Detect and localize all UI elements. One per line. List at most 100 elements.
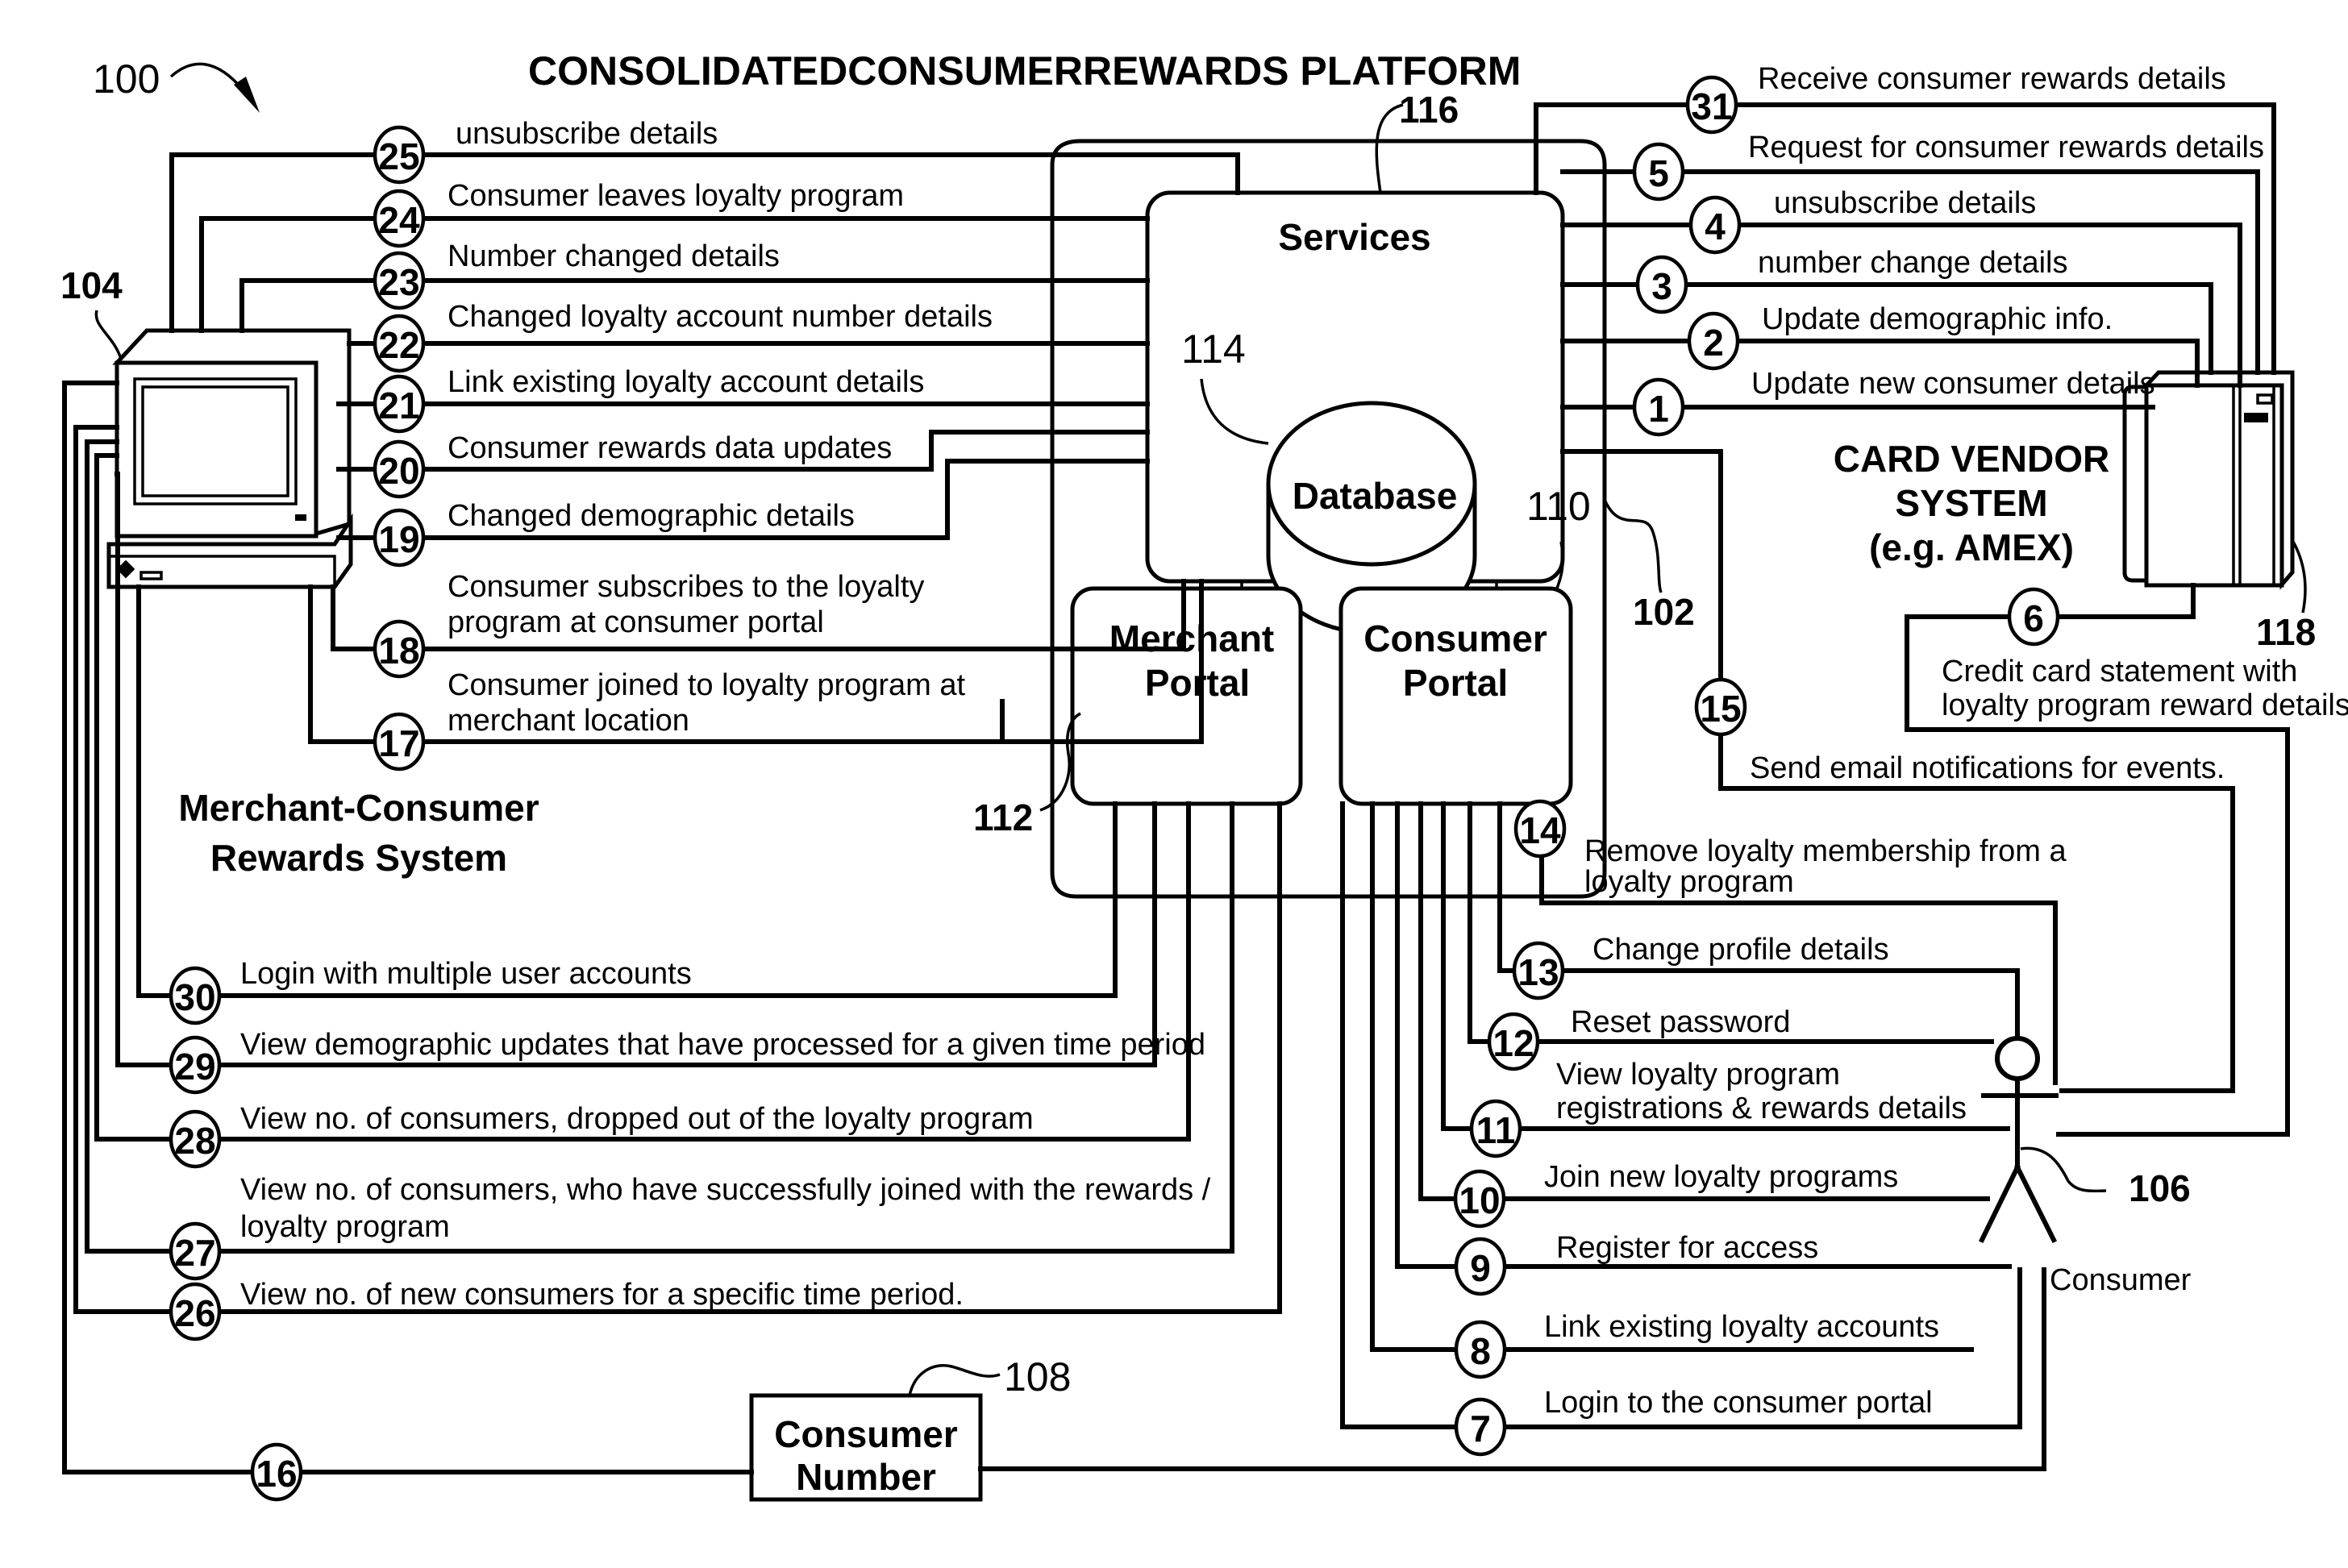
flow-9: 9 Register for access — [1454, 1231, 1818, 1296]
flow-label: unsubscribe details — [456, 117, 718, 151]
flow-label: program at consumer portal — [448, 605, 824, 639]
flow-16: 16 — [250, 1442, 303, 1502]
figure-ref-leader — [169, 62, 244, 90]
flow-number: 10 — [1459, 1179, 1500, 1221]
merchant-computer-icon[interactable] — [106, 328, 353, 589]
flow-number: 1 — [1648, 388, 1669, 430]
flow-number: 30 — [174, 976, 215, 1018]
flow-number: 17 — [378, 722, 419, 764]
flow-21: 21 Link existing loyalty account details — [373, 365, 924, 434]
merchant-system-label-2: Rewards System — [210, 837, 507, 879]
flow-31: 31 Receive consumer rewards details — [1685, 62, 2226, 135]
flow-label: registrations & rewards details — [1556, 1092, 1967, 1125]
consumer-number-ref-leader — [908, 1364, 1001, 1396]
flow-label: Remove loyalty membership from a — [1584, 834, 2067, 868]
consumer-portal-ref-label: 110 — [1526, 484, 1591, 529]
flow-14: 14 Remove loyalty membership from aloyalt… — [1513, 799, 2067, 899]
flow-1: 1 Update new consumer details — [1632, 367, 2155, 437]
flow-number: 12 — [1492, 1022, 1534, 1064]
database-ref-label: 114 — [1181, 326, 1246, 372]
flow-18: 18 Consumer subscribes to the loyaltyprog… — [373, 570, 924, 679]
flow-label: unsubscribe details — [1774, 186, 2036, 220]
flow-4: 4 unsubscribe details — [1688, 186, 2036, 255]
consumer-actor-ref-leader — [2020, 1146, 2107, 1193]
flow-24: 24 Consumer leaves loyalty program — [373, 179, 904, 248]
flow-label: Login with multiple user accounts — [240, 957, 692, 991]
consumer-actor-ref-label: 106 — [2129, 1167, 2191, 1209]
flow-label: Changed loyalty account number details — [448, 300, 993, 334]
flow-label: Consumer subscribes to the loyalty — [448, 570, 924, 604]
flow-20: 20 Consumer rewards data updates — [373, 431, 892, 499]
flow-label: Join new loyalty programs — [1544, 1160, 1898, 1194]
flow-number: 26 — [174, 1292, 215, 1334]
merchant-system-ref-leader — [94, 310, 123, 360]
flow-label: Consumer leaves loyalty program — [448, 179, 904, 213]
flow-number: 31 — [1691, 85, 1732, 127]
flow-label: merchant location — [448, 704, 689, 738]
flow-number: 18 — [378, 630, 419, 672]
flow-13: 13 Change profile details — [1512, 933, 1889, 1000]
flow-label: number change details — [1758, 246, 2067, 280]
consumer-actor-icon[interactable] — [1978, 1036, 2059, 1244]
flow-label: View no. of new consumers for a specific… — [240, 1278, 964, 1312]
figure-ref-label: 100 — [93, 56, 160, 102]
flow-2: 2 Update demographic info. — [1687, 302, 2113, 371]
flow-label: Consumer joined to loyalty program at — [448, 668, 966, 702]
flow-number: 19 — [378, 518, 419, 560]
services-ref-label: 116 — [1399, 89, 1459, 131]
rewards-platform-diagram: CONSOLIDATEDCONSUMERREWARDS PLATFORM 100… — [60, 48, 2348, 1502]
flow-label: loyalty program reward details — [1942, 688, 2348, 722]
flow-25: 25 unsubscribe details — [373, 117, 718, 185]
flow-number: 9 — [1470, 1247, 1491, 1289]
card-vendor-server-icon[interactable] — [2122, 370, 2295, 590]
consumer-portal-label-2: Portal — [1403, 662, 1508, 704]
flow-number: 7 — [1470, 1408, 1491, 1449]
merchant-portal-label-2: Portal — [1145, 662, 1250, 704]
flow-number: 16 — [256, 1453, 297, 1495]
flow-19: 19 Changed demographic details — [373, 499, 855, 568]
platform-ref-leader — [1603, 499, 1663, 593]
merchant-portal-ref-label: 112 — [973, 796, 1033, 838]
flow-28: 28 View no. of consumers, dropped out of … — [169, 1102, 1034, 1169]
diagram-title: CONSOLIDATEDCONSUMERREWARDS PLATFORM — [528, 48, 1521, 94]
flow-number: 24 — [378, 199, 420, 241]
flow-label: Link existing loyalty accounts — [1544, 1310, 1939, 1344]
flow-29: 29 View demographic updates that have pro… — [169, 1028, 1205, 1095]
flow-number: 27 — [174, 1232, 215, 1274]
flow-label: Change profile details — [1592, 933, 1889, 967]
consumer-number-label-2: Number — [796, 1456, 936, 1498]
flow-label: Send email notifications for events. — [1750, 751, 2225, 785]
flow-number: 23 — [378, 261, 419, 303]
flow-number: 6 — [2023, 597, 2044, 639]
flow-label: Update new consumer details — [1751, 367, 2155, 401]
card-vendor-ref-label: 118 — [2256, 611, 2316, 653]
flow-number: 2 — [1703, 322, 1724, 364]
flow-number: 29 — [174, 1046, 215, 1088]
flow-label: Number changed details — [448, 239, 780, 273]
flow-label: Update demographic info. — [1762, 302, 2113, 336]
flow-label: Consumer rewards data updates — [448, 431, 892, 465]
flow-11: 11 View loyalty programregistrations & re… — [1469, 1058, 1967, 1158]
merchant-portal-label-1: Merchant — [1109, 618, 1274, 659]
flow-label: View loyalty program — [1556, 1058, 1840, 1092]
flow-label: Credit card statement with — [1942, 655, 2297, 688]
services-label: Services — [1278, 216, 1430, 258]
merchant-system-ref-label: 104 — [60, 264, 123, 306]
flow-label: Changed demographic details — [448, 499, 855, 533]
consumer-number-ref-label: 108 — [1004, 1354, 1071, 1400]
platform-ref-label: 102 — [1633, 591, 1695, 633]
flow-label: Link existing loyalty account details — [448, 365, 924, 399]
flow-10: 10 Join new loyalty programs — [1453, 1160, 1898, 1229]
flow-label: View demographic updates that have proce… — [240, 1028, 1205, 1062]
consumer-actor-label: Consumer — [2050, 1263, 2192, 1297]
flow-17: 17 Consumer joined to loyalty program atm… — [373, 668, 966, 772]
flow-number: 13 — [1517, 951, 1559, 993]
card-vendor-label-2: SYSTEM — [1895, 482, 2047, 524]
flow-label: loyalty program — [240, 1210, 450, 1244]
flow-26: 26 View no. of new consumers for a specif… — [169, 1278, 964, 1341]
flow-label: Reset password — [1571, 1005, 1790, 1039]
flow-label: Request for consumer rewards details — [1748, 131, 2264, 164]
flow-label: Receive consumer rewards details — [1758, 62, 2226, 96]
flow-number: 28 — [174, 1120, 215, 1162]
card-vendor-label-1: CARD VENDOR — [1834, 438, 2109, 480]
